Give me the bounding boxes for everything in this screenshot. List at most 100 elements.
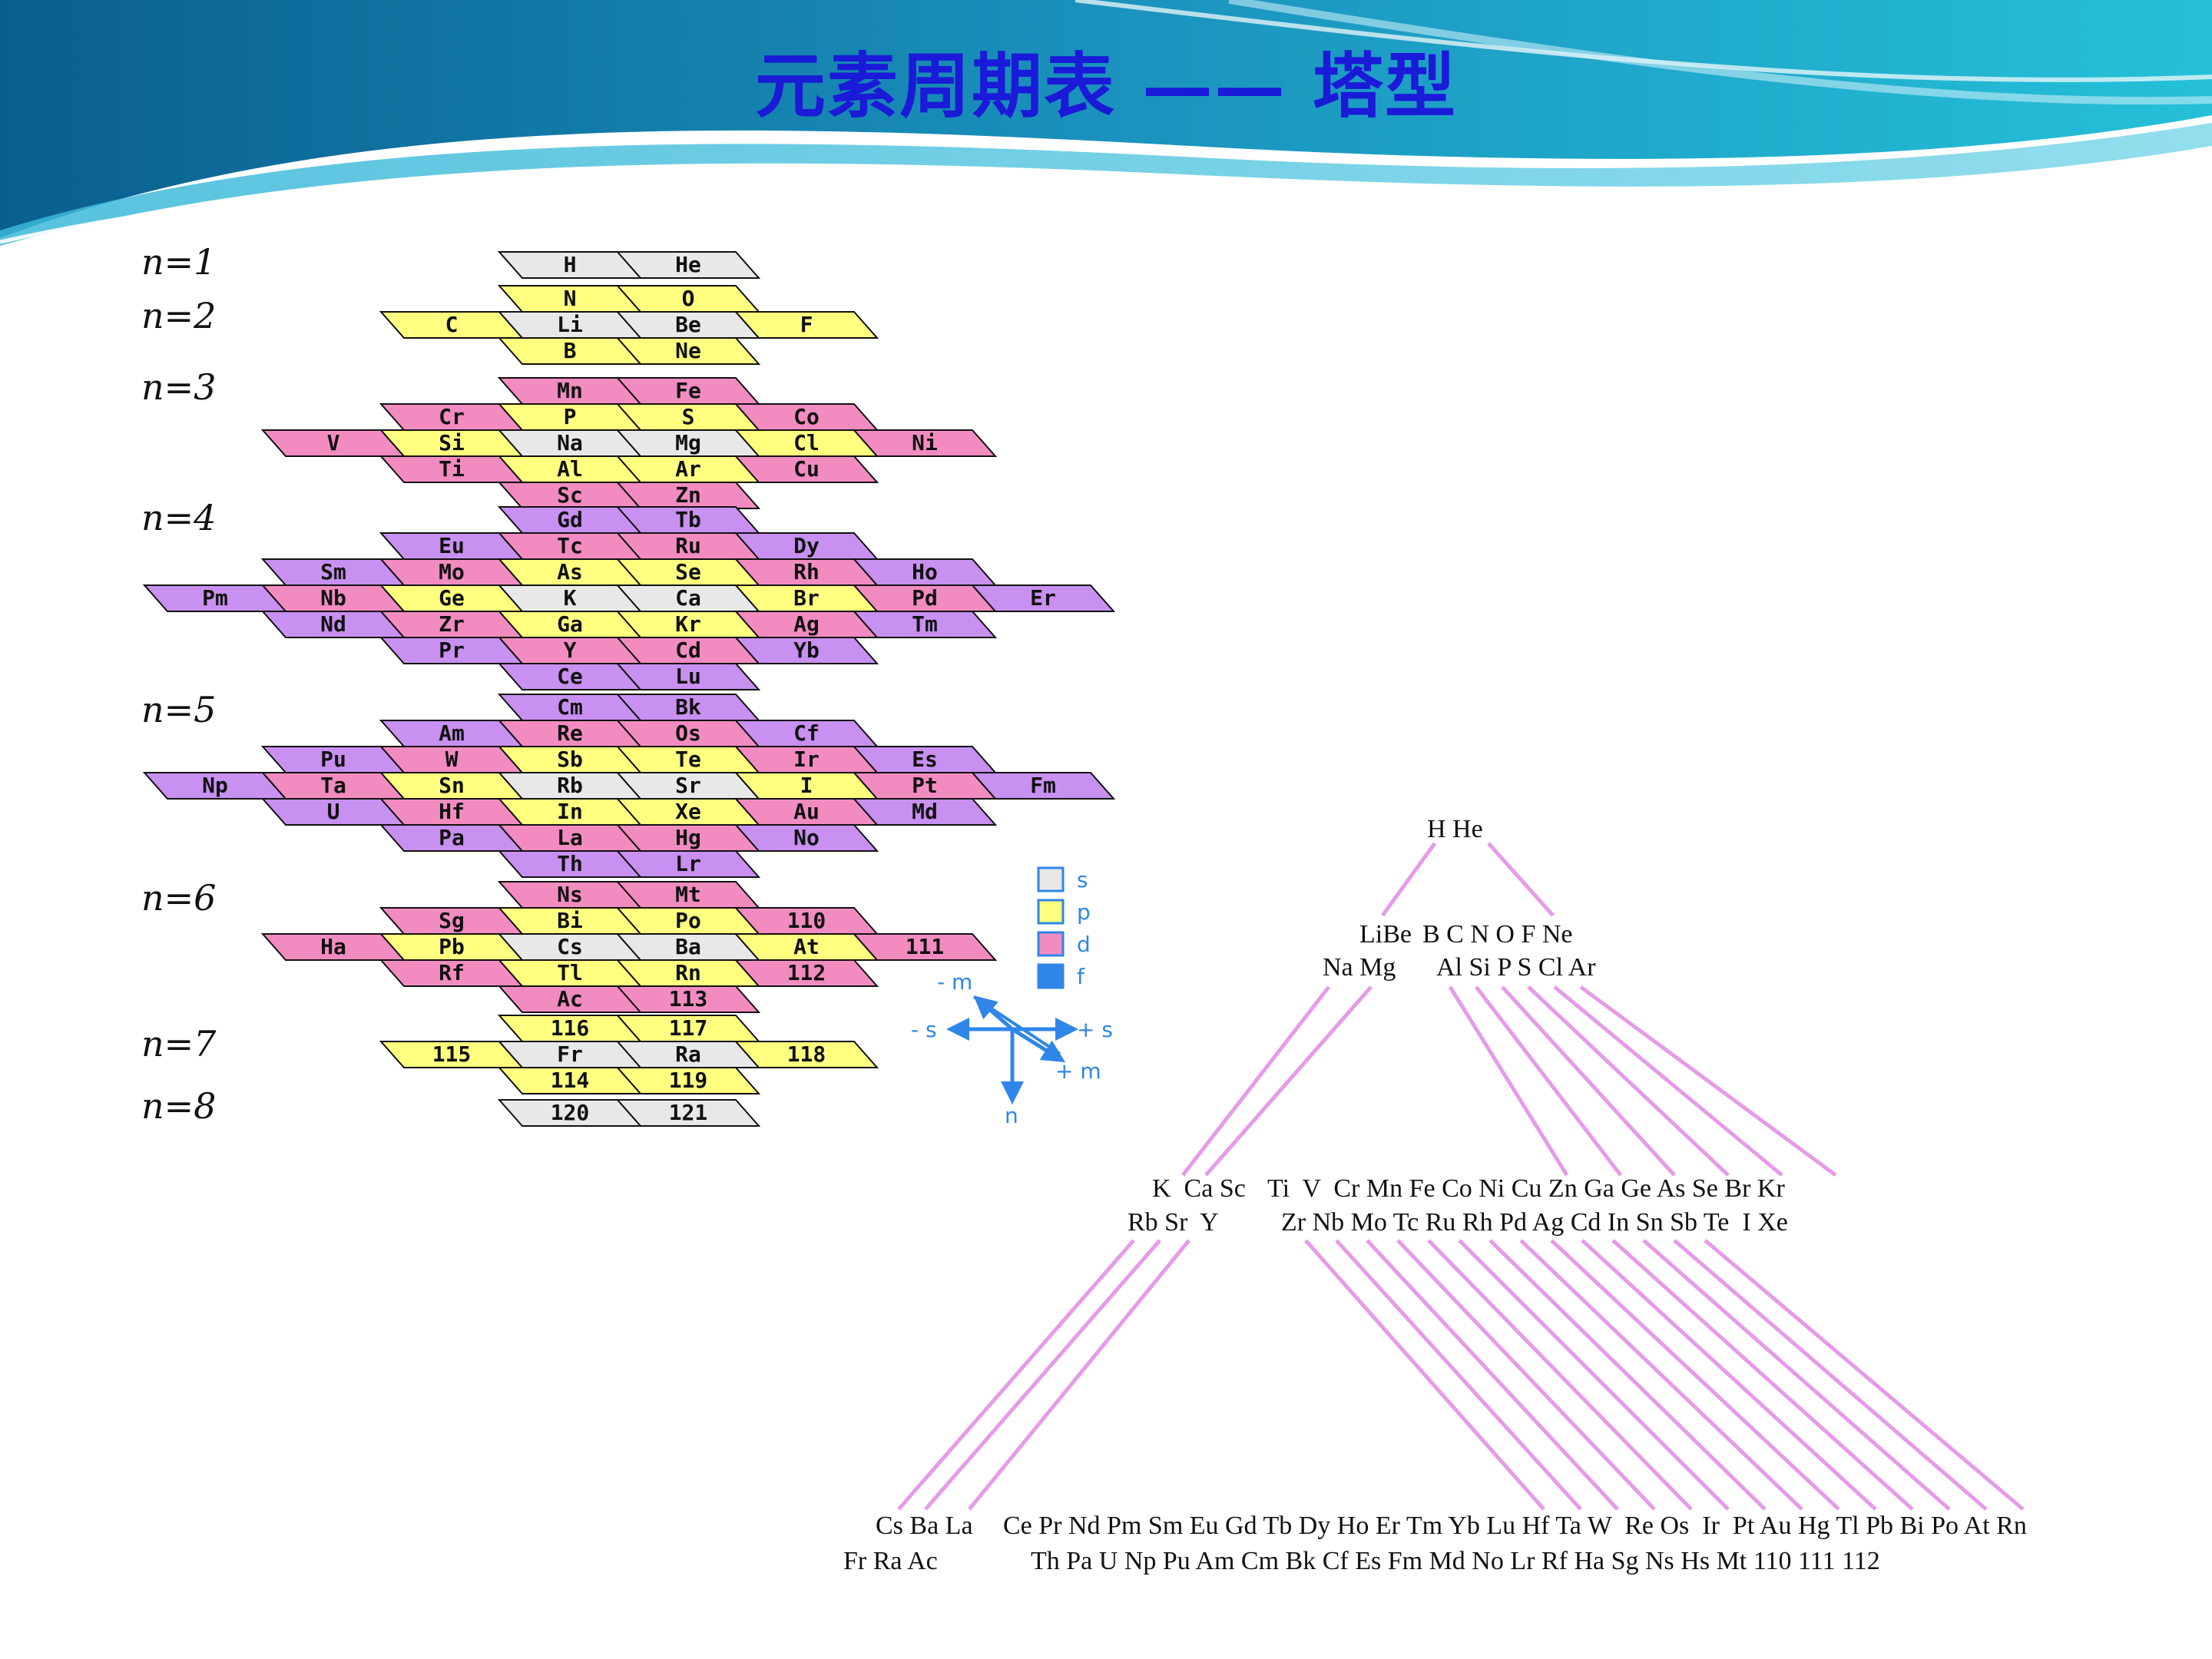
element-symbol: Nd xyxy=(320,611,346,637)
pyramid-line xyxy=(1611,1239,1914,1511)
legend-swatch-s xyxy=(1037,866,1065,892)
element-symbol: Hg xyxy=(675,825,701,850)
element-symbol: Cl xyxy=(793,430,820,455)
legend-swatch-p xyxy=(1037,899,1065,925)
pyramid-line xyxy=(897,1239,1135,1511)
element-cell: Fm xyxy=(970,772,1116,800)
element-symbol: Th xyxy=(557,851,583,876)
element-cell: 114 xyxy=(497,1067,643,1094)
element-symbol: Ha xyxy=(320,934,346,959)
element-cell: 113 xyxy=(615,985,761,1013)
element-cell: Se xyxy=(615,558,761,586)
element-symbol: Rh xyxy=(793,559,820,584)
element-symbol: 113 xyxy=(669,986,708,1012)
element-symbol: Tl xyxy=(557,960,583,985)
shell-label-8: n=8 xyxy=(141,1085,216,1127)
element-cell: Np xyxy=(142,772,288,800)
element-cell: K xyxy=(497,584,643,612)
element-symbol: Tm xyxy=(912,611,938,637)
element-symbol: Fm xyxy=(1030,773,1056,798)
element-symbol: 114 xyxy=(551,1068,590,1093)
element-cell: Tl xyxy=(497,959,643,987)
element-cell: Au xyxy=(733,798,879,826)
element-symbol: Cr xyxy=(439,404,465,429)
element-symbol: Sr xyxy=(675,773,701,798)
element-cell: 120 xyxy=(497,1099,643,1127)
shell-label-1: n=1 xyxy=(141,241,216,283)
element-cell: Y xyxy=(497,637,643,664)
element-symbol: Li xyxy=(557,312,583,337)
axis-diagonal xyxy=(972,995,1061,1055)
element-cell: Ca xyxy=(615,584,761,612)
pyramid-line xyxy=(1519,1239,1803,1511)
element-symbol: He xyxy=(675,252,701,277)
element-cell: Lu xyxy=(615,663,761,690)
element-cell: Rf xyxy=(379,959,525,987)
element-cell: Bk xyxy=(615,694,761,721)
element-cell: Yb xyxy=(733,637,879,664)
pyr-level3-row2-right: Zr Nb Mo Tc Ru Rh Pd Ag Cd In Sn Sb Te I… xyxy=(1281,1208,1788,1237)
element-symbol: Te xyxy=(675,747,701,772)
element-symbol: La xyxy=(557,825,583,850)
element-cell: Te xyxy=(615,746,761,773)
pyramid-line xyxy=(924,1239,1161,1511)
element-symbol: Br xyxy=(793,585,820,611)
element-symbol: Cf xyxy=(793,720,820,746)
element-cell: Fr xyxy=(497,1041,643,1068)
element-cell: Pm xyxy=(142,584,288,612)
pyr-level3-row1-right: Ti V Cr Mn Fe Co Ni Cu Zn Ga Ge As Se Br… xyxy=(1267,1174,1785,1203)
element-cell: Dy xyxy=(733,532,879,560)
element-cell: As xyxy=(497,558,643,586)
element-cell: O xyxy=(615,285,761,313)
element-symbol: Pd xyxy=(912,585,938,611)
element-cell: Ag xyxy=(733,611,879,638)
element-symbol: 111 xyxy=(906,934,945,959)
element-symbol: Sb xyxy=(557,747,583,772)
element-symbol: Pa xyxy=(439,825,465,850)
element-cell: Hg xyxy=(615,824,761,852)
element-symbol: 120 xyxy=(551,1100,590,1125)
element-cell: Ge xyxy=(379,584,525,612)
element-cell: Be xyxy=(615,311,761,339)
element-cell: Rn xyxy=(615,959,761,987)
element-cell: Ns xyxy=(497,881,643,909)
element-symbol: 112 xyxy=(787,960,826,985)
element-symbol: Os xyxy=(675,720,701,746)
element-symbol: Na xyxy=(557,430,583,455)
element-cell: Mn xyxy=(497,377,643,405)
element-symbol: Ti xyxy=(439,456,465,482)
element-cell: Sc xyxy=(497,482,643,509)
element-cell: F xyxy=(733,311,879,339)
element-symbol: O xyxy=(682,286,695,311)
element-cell: Pr xyxy=(379,637,525,664)
shell-label-3: n=3 xyxy=(141,366,216,408)
element-cell: Lr xyxy=(615,850,761,878)
pyramid-line xyxy=(1487,842,1555,917)
element-cell: Nb xyxy=(260,584,406,612)
element-cell: Rb xyxy=(497,772,643,800)
element-symbol: Po xyxy=(675,908,701,933)
element-symbol: Hf xyxy=(439,799,465,824)
element-cell: Pu xyxy=(260,746,406,773)
element-cell: At xyxy=(733,933,879,961)
element-cell: 110 xyxy=(733,907,879,935)
element-symbol: Lr xyxy=(675,851,701,876)
element-cell: Al xyxy=(497,455,643,483)
element-symbol: Co xyxy=(793,404,820,429)
element-symbol: W xyxy=(445,747,459,772)
element-symbol: Cm xyxy=(557,694,583,720)
element-cell: V xyxy=(260,429,406,457)
axis-label-minus-m: - m xyxy=(937,969,972,995)
element-cell: 112 xyxy=(733,959,879,987)
legend-label-p: p xyxy=(1077,899,1091,925)
element-symbol: Ce xyxy=(557,664,583,689)
element-symbol: Np xyxy=(202,773,228,798)
axis-label-n: n xyxy=(1005,1103,1018,1128)
element-cell: Hf xyxy=(379,798,525,826)
element-cell: Pd xyxy=(852,584,998,612)
element-symbol: Sm xyxy=(320,559,346,584)
element-symbol: F xyxy=(800,312,813,337)
element-cell: H xyxy=(497,251,643,279)
element-symbol: Ca xyxy=(675,585,701,611)
element-cell: Mo xyxy=(379,558,525,586)
